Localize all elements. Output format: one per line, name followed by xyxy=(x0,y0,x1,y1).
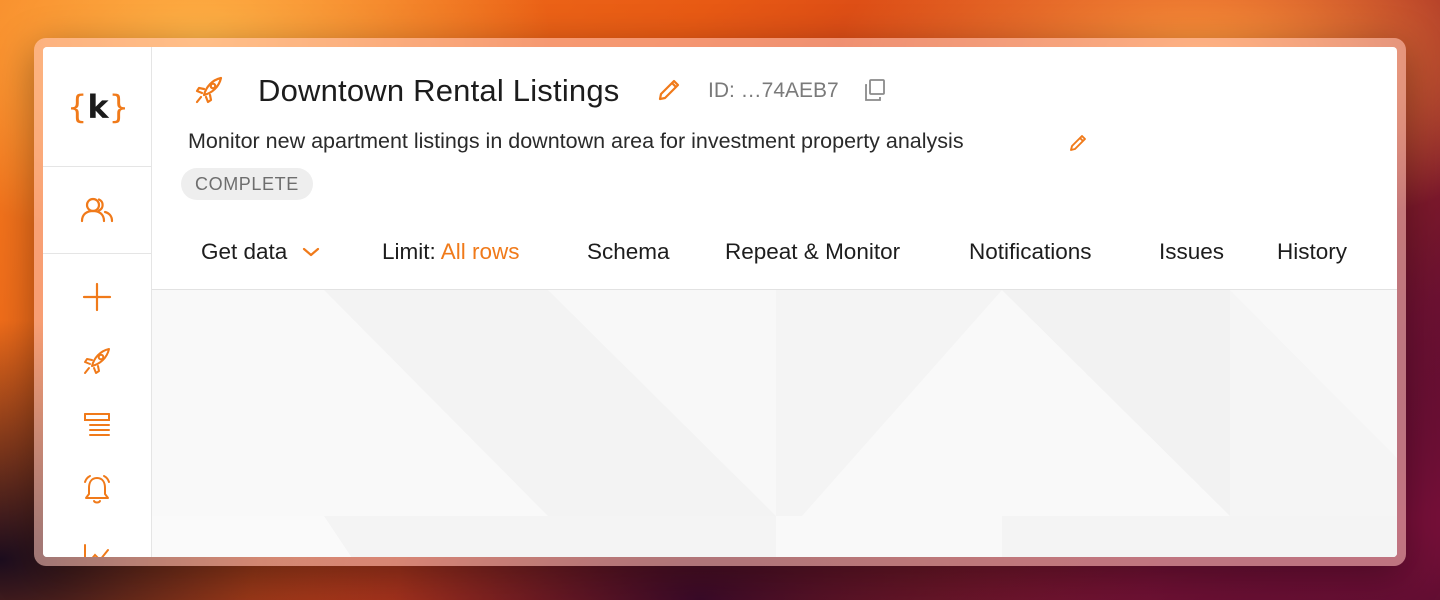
rocket-icon xyxy=(82,346,112,376)
sidebar-item-list[interactable] xyxy=(43,405,151,445)
tab-history[interactable]: History xyxy=(1277,239,1347,265)
list-icon xyxy=(82,410,112,440)
sidebar-item-alerts[interactable] xyxy=(43,469,151,509)
tab-notifications[interactable]: Notifications xyxy=(969,239,1092,265)
edit-description-pencil-icon[interactable] xyxy=(1068,131,1090,153)
users-icon xyxy=(79,196,115,224)
tab-label: Get data xyxy=(201,239,288,264)
sidebar-item-users[interactable] xyxy=(43,167,151,254)
sidebar-item-runs[interactable] xyxy=(43,341,151,381)
title-row: Downtown Rental Listings ID: …74AEB7 xyxy=(152,71,1397,111)
app-window: {k} Downtown Rental Listings ID: …74AEB7… xyxy=(43,47,1397,557)
description: Monitor new apartment listings in downto… xyxy=(188,129,964,153)
sidebar: {k} xyxy=(43,47,152,557)
alarm-bell-icon xyxy=(81,473,113,505)
status-badge: COMPLETE xyxy=(181,168,313,200)
page-title: Downtown Rental Listings xyxy=(258,73,620,108)
tab-issues[interactable]: Issues xyxy=(1159,239,1224,265)
sidebar-item-analytics[interactable] xyxy=(43,537,151,557)
chevron-down-icon xyxy=(301,238,321,264)
tab-get-data[interactable]: Get data xyxy=(201,239,321,266)
chart-icon xyxy=(82,542,112,557)
logo-box: {k} xyxy=(43,47,151,167)
tab-limit[interactable]: Limit: All rows xyxy=(382,239,520,265)
sidebar-item-new[interactable] xyxy=(43,277,151,317)
limit-value: All rows xyxy=(440,239,520,264)
tab-repeat-monitor[interactable]: Repeat & Monitor xyxy=(725,239,900,265)
limit-label: Limit: xyxy=(382,239,436,264)
copy-id-icon[interactable] xyxy=(862,77,888,103)
background-pattern xyxy=(152,290,1397,557)
tab-schema[interactable]: Schema xyxy=(587,239,670,265)
main-panel: Downtown Rental Listings ID: …74AEB7 Mon… xyxy=(152,47,1397,557)
tab-bar: Get data Limit: All rows Schema Repeat &… xyxy=(152,227,1397,290)
app-logo[interactable]: {k} xyxy=(67,91,129,123)
edit-title-pencil-icon[interactable] xyxy=(656,75,684,103)
rocket-icon xyxy=(194,75,224,105)
plus-icon xyxy=(82,282,112,312)
record-id: ID: …74AEB7 xyxy=(708,79,839,102)
content-area xyxy=(152,290,1397,557)
